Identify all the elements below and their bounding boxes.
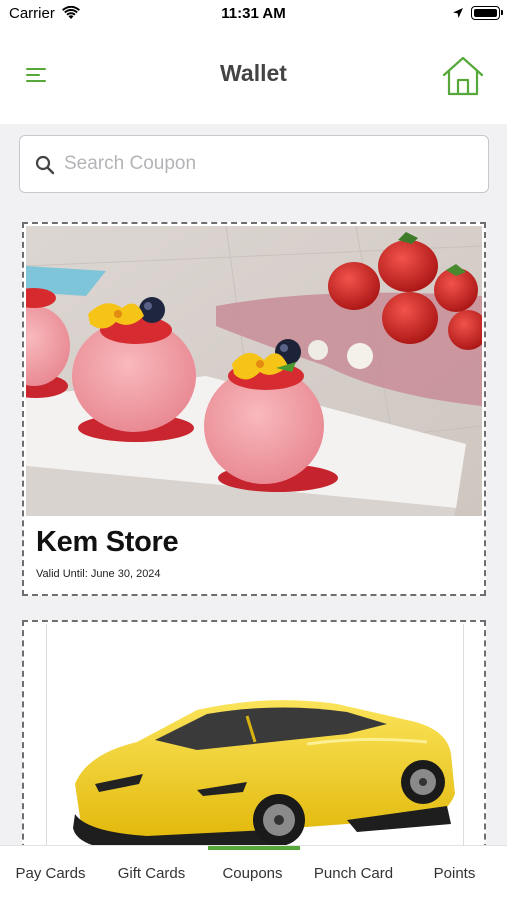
coupon-card[interactable]: Kem Store Valid Until: June 30, 2024 <box>22 222 486 596</box>
coupon-card[interactable] <box>22 620 486 860</box>
status-bar: Carrier 11:31 AM <box>0 0 507 30</box>
coupon-title: Kem Store <box>36 526 179 558</box>
search-bar[interactable] <box>19 135 489 193</box>
tab-label: Pay Cards <box>15 865 86 882</box>
tab-label: Gift Cards <box>117 865 186 882</box>
tab-gift-cards[interactable]: Gift Cards <box>101 846 202 900</box>
battery-icon <box>471 6 503 20</box>
tab-label: Punch Card <box>313 865 394 882</box>
search-icon <box>35 155 55 175</box>
home-icon[interactable] <box>441 54 485 98</box>
tab-punch-card[interactable]: Punch Card <box>303 846 404 900</box>
ice-cream-dessert-image <box>26 226 482 516</box>
tab-points[interactable]: Points <box>404 846 505 900</box>
tab-label: Points <box>433 865 476 882</box>
page-title: Wallet <box>220 60 287 86</box>
status-time: 11:31 AM <box>221 5 286 22</box>
active-tab-indicator <box>208 846 300 850</box>
tab-coupons[interactable]: Coupons <box>202 846 303 900</box>
bottom-tab-bar: Pay Cards Gift Cards Coupons Punch Card … <box>0 845 507 900</box>
tab-pay-cards[interactable]: Pay Cards <box>0 846 101 900</box>
tab-label: Coupons <box>222 865 283 882</box>
coupon-valid-until: Valid Until: June 30, 2024 <box>36 568 161 580</box>
yellow-sports-car-image <box>73 700 455 850</box>
location-arrow-icon <box>453 8 463 18</box>
coupon-image <box>26 226 482 516</box>
search-input[interactable] <box>64 148 464 180</box>
app-header: Wallet <box>0 30 507 124</box>
coupon-image <box>46 624 464 860</box>
